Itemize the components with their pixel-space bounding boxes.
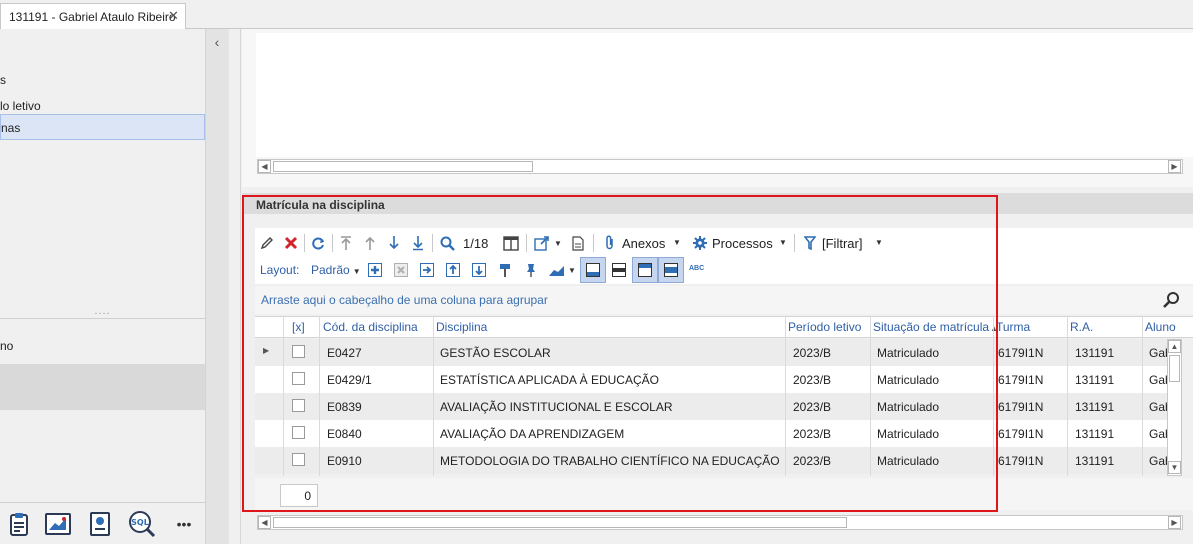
scroll-down-icon[interactable]: ▼ — [1168, 461, 1181, 474]
cell-ra: 131191 — [1075, 346, 1115, 360]
more-icon[interactable]: ••• — [168, 509, 200, 539]
cell-ra: 131191 — [1075, 427, 1115, 441]
column-header-ra[interactable]: R.A. — [1070, 320, 1093, 334]
certificate-icon[interactable] — [84, 509, 116, 539]
cell-class: 6179I1N — [998, 400, 1044, 414]
column-divider — [1067, 316, 1068, 476]
cell-ra: 131191 — [1075, 373, 1115, 387]
grid-vertical-scrollbar[interactable] — [1167, 339, 1182, 476]
scrollbar-thumb[interactable] — [273, 517, 847, 528]
sidebar-item-label: lo letivo — [0, 99, 41, 113]
scroll-right-icon[interactable]: ▶ — [1168, 516, 1181, 529]
scrollbar-thumb[interactable] — [273, 161, 533, 172]
document-tab-title: 131191 - Gabriel Ataulo Ribeiro — [9, 10, 176, 24]
grid-search-icon[interactable] — [1163, 291, 1181, 309]
cell-class: 6179I1N — [998, 427, 1044, 441]
sidebar-resize-grip[interactable]: .... — [0, 305, 205, 317]
main-separator — [229, 29, 241, 544]
highlight-annotation-rectangle — [242, 195, 998, 512]
cell-ra: 131191 — [1075, 454, 1115, 468]
scroll-left-icon[interactable]: ◀ — [258, 516, 271, 529]
sql-icon-text: SQL — [131, 518, 149, 527]
column-header-student[interactable]: Aluno — [1145, 320, 1176, 334]
column-header-class[interactable]: Turma — [996, 320, 1030, 334]
scroll-right-icon[interactable]: ▶ — [1168, 160, 1181, 173]
close-tab-icon[interactable]: ✕ — [168, 8, 179, 24]
sidebar-item-1[interactable]: s — [0, 68, 205, 93]
cell-class: 6179I1N — [998, 346, 1044, 360]
chevron-left-icon[interactable]: ‹ — [209, 34, 225, 50]
panel-splitter[interactable] — [205, 29, 229, 544]
scroll-up-icon[interactable]: ▲ — [1168, 340, 1181, 353]
sidebar-divider — [0, 318, 205, 319]
sidebar-item-label: nas — [1, 121, 21, 135]
sidebar-lower-item-label: no — [0, 339, 14, 353]
column-divider — [1142, 316, 1143, 476]
upper-horizontal-scrollbar[interactable] — [257, 159, 1183, 174]
sidebar-lower-item[interactable]: no — [0, 334, 205, 359]
cell-class: 6179I1N — [998, 373, 1044, 387]
scrollbar-thumb[interactable] — [1169, 355, 1180, 382]
sql-icon[interactable]: SQL — [126, 509, 158, 539]
sidebar-bottom-divider — [0, 502, 205, 503]
cell-ra: 131191 — [1075, 400, 1115, 414]
chart-icon[interactable] — [42, 509, 74, 539]
clipboard-icon[interactable] — [3, 509, 35, 539]
sidebar-item-3-selected[interactable]: nas — [0, 114, 205, 140]
document-tab[interactable]: 131191 - Gabriel Ataulo Ribeiro ✕ — [0, 3, 186, 29]
lower-horizontal-scrollbar[interactable] — [257, 515, 1183, 530]
sidebar-grey-block — [0, 364, 205, 410]
scroll-left-icon[interactable]: ◀ — [258, 160, 271, 173]
cell-class: 6179I1N — [998, 454, 1044, 468]
sidebar-item-label: s — [0, 73, 6, 87]
upper-panel-content — [256, 33, 1193, 157]
